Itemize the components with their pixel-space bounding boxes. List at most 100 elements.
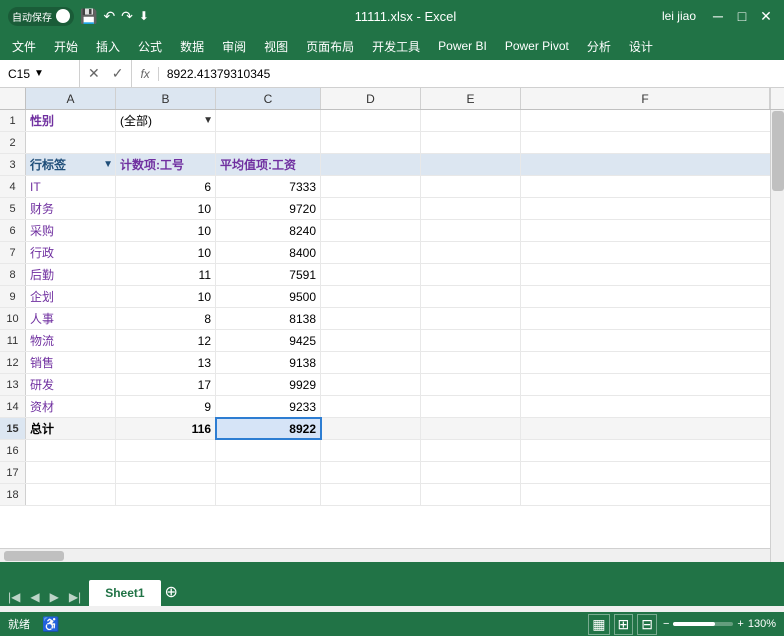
filter-dropdown-icon[interactable]: ▼ [203,115,213,126]
cell-f7[interactable] [521,242,784,263]
menu-insert[interactable]: 插入 [88,34,128,59]
cell-c12[interactable]: 9138 [216,352,321,373]
cell-e1[interactable] [421,110,521,131]
menu-data[interactable]: 数据 [172,34,212,59]
col-header-f[interactable]: F [521,88,770,109]
cell-f5[interactable] [521,198,784,219]
cell-d1[interactable] [321,110,421,131]
cell-f13[interactable] [521,374,784,395]
menu-design[interactable]: 设计 [621,34,661,59]
cell-f17[interactable] [521,462,784,483]
menu-power-pivot[interactable]: Power Pivot [497,35,577,57]
cell-a14[interactable]: 资材 [26,396,116,417]
cell-c3[interactable]: 平均值项:工资 [216,154,321,175]
cancel-formula-icon[interactable]: ✕ [84,63,104,84]
cell-b14[interactable]: 9 [116,396,216,417]
cell-d10[interactable] [321,308,421,329]
cell-f8[interactable] [521,264,784,285]
menu-view[interactable]: 视图 [256,34,296,59]
cell-e16[interactable] [421,440,521,461]
cell-a15[interactable]: 总计 [26,418,116,439]
accessibility-icon[interactable]: ♿ [42,616,59,633]
cell-d2[interactable] [321,132,421,153]
cell-a16[interactable] [26,440,116,461]
cell-f9[interactable] [521,286,784,307]
cell-c9[interactable]: 9500 [216,286,321,307]
cell-c10[interactable]: 8138 [216,308,321,329]
cell-e15[interactable] [421,418,521,439]
cell-e10[interactable] [421,308,521,329]
cell-e9[interactable] [421,286,521,307]
menu-file[interactable]: 文件 [4,34,44,59]
cell-a17[interactable] [26,462,116,483]
cell-d14[interactable] [321,396,421,417]
cell-f15[interactable] [521,418,784,439]
cell-e6[interactable] [421,220,521,241]
cell-a10[interactable]: 人事 [26,308,116,329]
cell-f4[interactable] [521,176,784,197]
cell-a11[interactable]: 物流 [26,330,116,351]
cell-ref-dropdown-icon[interactable]: ▼ [34,68,44,79]
menu-analyze[interactable]: 分析 [579,34,619,59]
quick-tools-icon[interactable]: ⬇ [139,9,149,23]
cell-f18[interactable] [521,484,784,505]
page-break-icon[interactable]: ⊟ [637,614,657,635]
cell-d3[interactable] [321,154,421,175]
h-scrollbar-thumb[interactable] [4,551,64,561]
cell-c5[interactable]: 9720 [216,198,321,219]
cell-a4[interactable]: IT [26,176,116,197]
cell-a9[interactable]: 企划 [26,286,116,307]
cell-b10[interactable]: 8 [116,308,216,329]
cell-d6[interactable] [321,220,421,241]
cell-e5[interactable] [421,198,521,219]
cell-d12[interactable] [321,352,421,373]
cell-c7[interactable]: 8400 [216,242,321,263]
cell-a6[interactable]: 采购 [26,220,116,241]
cell-f16[interactable] [521,440,784,461]
cell-c13[interactable]: 9929 [216,374,321,395]
undo-icon[interactable]: ↶ [103,8,115,25]
cell-d7[interactable] [321,242,421,263]
cell-c6[interactable]: 8240 [216,220,321,241]
cell-f3[interactable] [521,154,784,175]
cell-b16[interactable] [116,440,216,461]
cell-e3[interactable] [421,154,521,175]
formula-input[interactable] [159,67,784,81]
menu-review[interactable]: 审阅 [214,34,254,59]
zoom-slider[interactable] [673,622,733,626]
cell-e11[interactable] [421,330,521,351]
cell-e12[interactable] [421,352,521,373]
cell-c14[interactable]: 9233 [216,396,321,417]
cell-d11[interactable] [321,330,421,351]
cell-c2[interactable] [216,132,321,153]
cell-b18[interactable] [116,484,216,505]
cell-d16[interactable] [321,440,421,461]
cell-e8[interactable] [421,264,521,285]
col-header-d[interactable]: D [321,88,421,109]
cell-a5[interactable]: 财务 [26,198,116,219]
cell-f2[interactable] [521,132,784,153]
confirm-formula-icon[interactable]: ✓ [108,63,128,84]
add-sheet-button[interactable]: ⊕ [165,582,178,602]
cell-a1[interactable]: 性别 [26,110,116,131]
cell-f1[interactable] [521,110,784,131]
vertical-scrollbar[interactable] [770,110,784,562]
cell-a2[interactable] [26,132,116,153]
menu-formula[interactable]: 公式 [130,34,170,59]
cell-b13[interactable]: 17 [116,374,216,395]
cell-a7[interactable]: 行政 [26,242,116,263]
col-header-e[interactable]: E [421,88,521,109]
cell-b7[interactable]: 10 [116,242,216,263]
col-header-c[interactable]: C [216,88,321,109]
sheet-tab-sheet1[interactable]: Sheet1 [89,580,160,606]
cell-c11[interactable]: 9425 [216,330,321,351]
zoom-out-icon[interactable]: − [663,618,669,630]
horizontal-scrollbar[interactable] [0,548,770,562]
cell-reference-box[interactable]: C15 ▼ [0,60,80,87]
zoom-in-icon[interactable]: + [737,618,743,630]
normal-view-icon[interactable]: ▦ [588,614,609,635]
cell-b11[interactable]: 12 [116,330,216,351]
cell-f14[interactable] [521,396,784,417]
last-sheet-btn[interactable]: ▶| [65,588,85,606]
cell-c15[interactable]: 8922 [216,418,321,439]
